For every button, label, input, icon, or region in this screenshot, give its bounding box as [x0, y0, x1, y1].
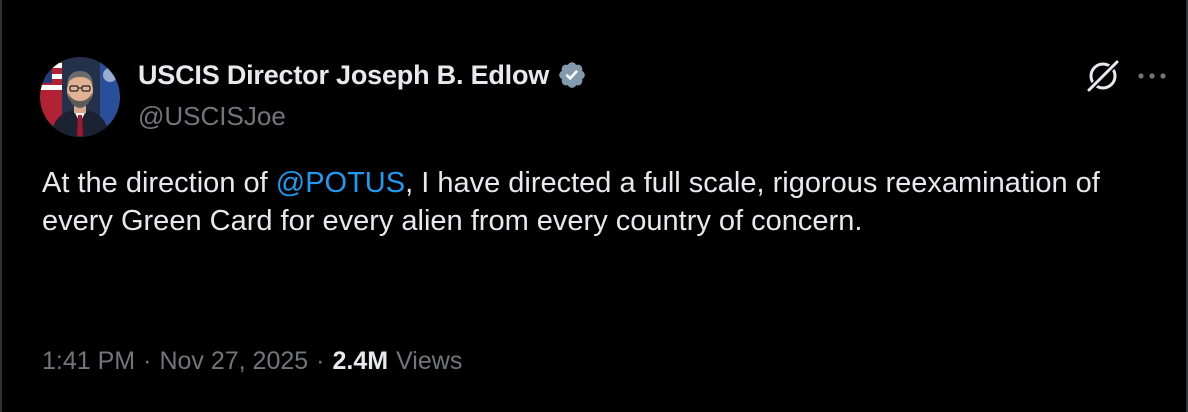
- tweet-time[interactable]: 1:41 PM: [42, 347, 135, 376]
- avatar[interactable]: [40, 57, 120, 137]
- verified-badge-icon[interactable]: [557, 60, 587, 90]
- views-count[interactable]: 2.4M: [332, 347, 388, 376]
- author-name-row: USCIS Director Joseph B. Edlow: [138, 58, 587, 92]
- tweet-text-before-mention: At the direction of: [42, 167, 276, 199]
- meta-separator: ·: [316, 346, 325, 375]
- author-display-name[interactable]: USCIS Director Joseph B. Edlow: [138, 60, 549, 91]
- mention-link[interactable]: @POTUS: [276, 167, 405, 199]
- frame-left-border: [0, 0, 2, 412]
- views-label: Views: [396, 346, 463, 375]
- tweet-meta: 1:41 PM · Nov 27, 2025 · 2.4M Views: [42, 341, 462, 381]
- grok-icon[interactable]: [1083, 56, 1123, 96]
- tweet-date[interactable]: Nov 27, 2025: [159, 347, 308, 376]
- more-icon[interactable]: [1132, 60, 1172, 92]
- tweet-text: At the direction of @POTUS, I have direc…: [42, 164, 1152, 240]
- meta-separator: ·: [143, 346, 152, 375]
- avatar-image: [40, 57, 120, 137]
- author-handle[interactable]: @USCISJoe: [138, 101, 286, 132]
- tweet-header: USCIS Director Joseph B. Edlow @USCISJoe: [40, 52, 1172, 137]
